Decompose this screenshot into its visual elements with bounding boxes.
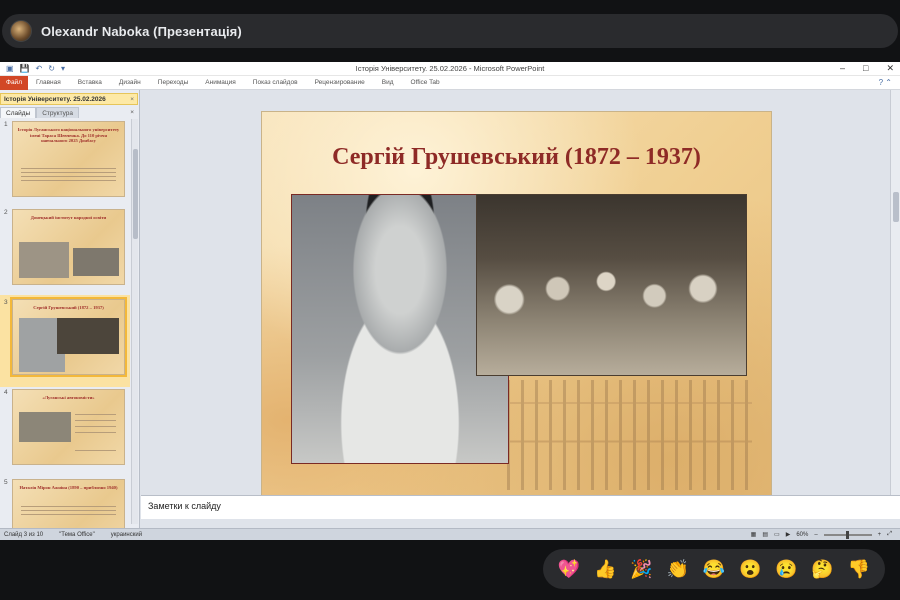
- reading-view-icon[interactable]: ▭: [774, 531, 780, 538]
- thumbnail-image: [19, 412, 71, 442]
- tab-slides[interactable]: Слайды: [0, 107, 37, 118]
- thumbs-up-reaction-icon[interactable]: 👍: [594, 560, 616, 578]
- close-pane-icon[interactable]: ×: [130, 107, 134, 118]
- sad-reaction-icon[interactable]: 😢: [775, 560, 797, 578]
- presenter-name: Olexandr Naboka (Презентація): [41, 23, 242, 39]
- slide-number: 3: [4, 299, 8, 306]
- tab-office-tab[interactable]: Office Tab: [411, 79, 440, 86]
- zoom-in-icon[interactable]: +: [878, 532, 882, 538]
- close-tab-icon[interactable]: ×: [130, 94, 134, 104]
- thumbnail-image: [19, 242, 69, 278]
- document-tab[interactable]: Історія Університету. 25.02.2026 ×: [0, 93, 138, 105]
- tab-outline[interactable]: Структура: [36, 107, 80, 118]
- window-titlebar: ▣ 💾 ↶ ↻ ▾ Історія Університету. 25.02.20…: [0, 62, 900, 76]
- slide-thumbnail-title: Сергій Грушевський (1872 – 1937): [33, 305, 104, 310]
- slideshow-icon[interactable]: ▶: [786, 531, 791, 538]
- zoom-level[interactable]: 60%: [796, 532, 808, 538]
- reactions-bar: 💖 👍 🎉 👏 😂 😮 😢 🤔 👎: [543, 549, 885, 589]
- language[interactable]: украинский: [111, 532, 142, 538]
- slide-thumbnail-title: «Луганські автономісти»: [42, 395, 95, 400]
- slide-number: 4: [4, 389, 8, 396]
- slide-number: 2: [4, 209, 8, 216]
- tab-design[interactable]: Дизайн: [119, 79, 141, 86]
- thumbnails-scrollbar[interactable]: [131, 119, 138, 524]
- slide-sorter-icon[interactable]: ▤: [762, 531, 768, 538]
- maximize-button[interactable]: □: [863, 63, 868, 74]
- slide-number: 1: [4, 121, 8, 128]
- slide-scrollbar[interactable]: [890, 90, 900, 495]
- tab-home[interactable]: Главная: [36, 79, 61, 86]
- slides-panel: Історія Університету. 25.02.2026 × Слайд…: [0, 90, 140, 528]
- zoom-slider[interactable]: [823, 530, 872, 539]
- tab-review[interactable]: Рецензирование: [315, 79, 365, 86]
- status-bar: Слайд 3 из 10 "Тема Office" украинский ▦…: [0, 528, 900, 540]
- group-photo[interactable]: [476, 194, 747, 376]
- thinking-reaction-icon[interactable]: 🤔: [811, 560, 833, 578]
- thumbnail-image: [73, 248, 119, 276]
- fit-to-window-icon[interactable]: ⤢: [887, 531, 892, 538]
- tab-file[interactable]: Файл: [0, 75, 28, 90]
- document-tab-label: Історія Університету. 25.02.2026: [4, 96, 106, 103]
- tab-view[interactable]: Вид: [382, 79, 394, 86]
- laugh-reaction-icon[interactable]: 😂: [703, 560, 725, 578]
- normal-view-icon[interactable]: ▦: [751, 531, 757, 538]
- close-button[interactable]: ✕: [886, 63, 894, 74]
- slide-thumbnail-title: Донецький інститут народної освіти: [30, 215, 107, 220]
- clap-reaction-icon[interactable]: 👏: [667, 560, 689, 578]
- meeting-top-bar: Olexandr Naboka (Презентація): [0, 0, 900, 62]
- slide-title[interactable]: Сергій Грушевський (1872 – 1937): [262, 144, 771, 171]
- slide-editor: ▾ Сергій Грушевський (1872 – 1937): [141, 90, 900, 497]
- zoom-out-icon[interactable]: –: [814, 532, 817, 538]
- tab-slideshow[interactable]: Показ слайдов: [253, 79, 298, 86]
- tab-insert[interactable]: Вставка: [78, 79, 102, 86]
- help-icon[interactable]: ? ⌃: [879, 78, 892, 87]
- heart-reaction-icon[interactable]: 💖: [558, 560, 580, 578]
- current-slide[interactable]: Сергій Грушевський (1872 – 1937): [262, 112, 771, 497]
- slide-thumbnail-title: Історія Луганського національного універ…: [17, 127, 120, 144]
- slide-thumbnail-title: Наталія Мірон Ажніна (1890 – приблизно 1…: [19, 485, 118, 490]
- tab-transitions[interactable]: Переходы: [158, 79, 189, 86]
- surprised-reaction-icon[interactable]: 😮: [739, 560, 761, 578]
- tab-animations[interactable]: Анимация: [205, 79, 236, 86]
- thumbs-down-reaction-icon[interactable]: 👎: [848, 560, 870, 578]
- minimize-button[interactable]: –: [840, 63, 845, 74]
- theme-name: "Тема Office": [59, 531, 95, 538]
- slide-number: 5: [4, 479, 8, 486]
- ribbon-tabs: Файл Главная Вставка Дизайн Переходы Ани…: [0, 75, 900, 90]
- thumbnail-image: [57, 318, 119, 354]
- window-title: Історія Університету. 25.02.2026 - Micro…: [355, 64, 545, 73]
- slide-counter: Слайд 3 из 10: [4, 531, 44, 538]
- notes-pane[interactable]: Заметки к слайду: [141, 495, 900, 519]
- building-image: [507, 380, 752, 490]
- avatar: [10, 20, 32, 42]
- party-reaction-icon[interactable]: 🎉: [630, 560, 652, 578]
- slide-thumbnails: 1 Історія Луганського національного унів…: [0, 119, 130, 528]
- powerpoint-window: ▣ 💾 ↶ ↻ ▾ Історія Університету. 25.02.20…: [0, 62, 900, 540]
- presenter-bar: Olexandr Naboka (Презентація): [2, 14, 898, 48]
- notes-placeholder: Заметки к слайду: [148, 501, 221, 511]
